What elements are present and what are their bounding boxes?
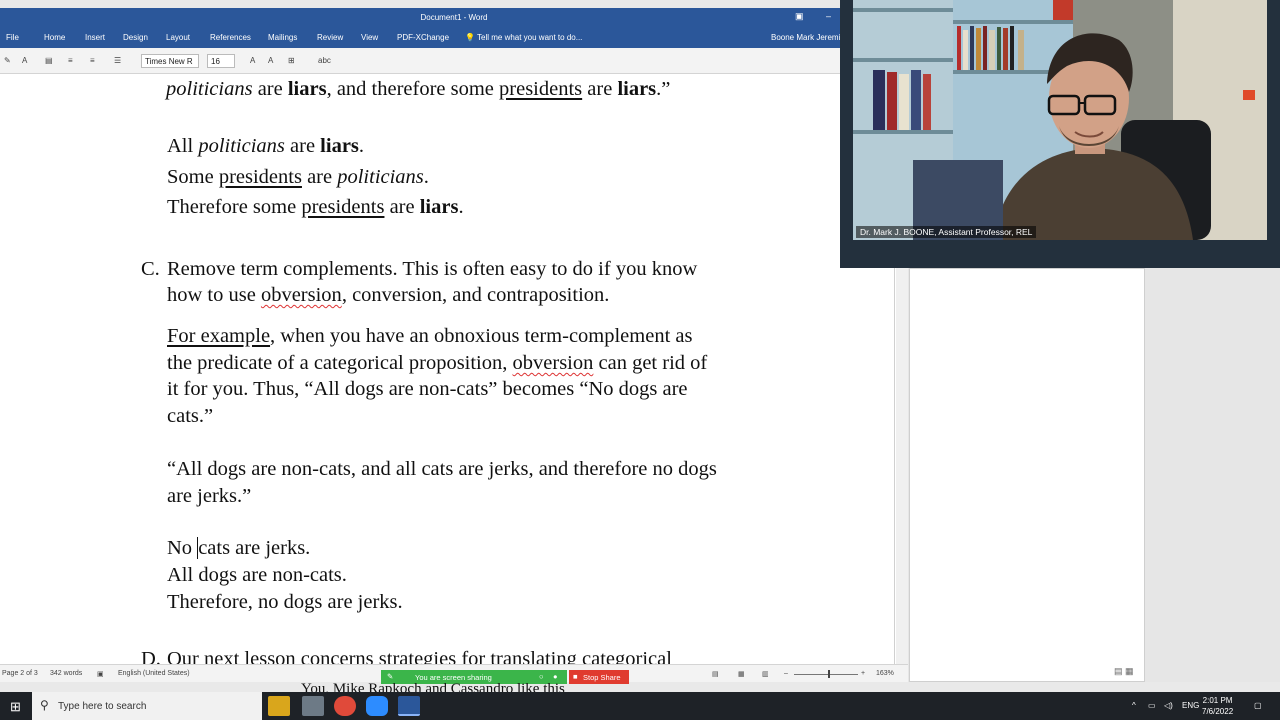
list-icon[interactable]: ☰ (114, 56, 121, 65)
text-line: Therefore some presidents are liars. (167, 196, 464, 218)
text-line: are jerks.” (167, 485, 252, 507)
chrome-icon[interactable] (334, 696, 356, 716)
text-line: For example, when you have an obnoxious … (167, 325, 693, 347)
zoom-in-icon[interactable]: + (861, 670, 865, 677)
input-language[interactable]: ENG (1182, 701, 1199, 710)
tab-view[interactable]: View (361, 33, 378, 42)
print-layout-icon[interactable]: ▦ (738, 670, 745, 678)
taskbar: ⊞ ⚲ Type here to search ^ ▭ ◁) ENG 2:01 … (0, 692, 1280, 720)
speaker-name-tag: Dr. Mark J. BOONE, Assistant Professor, … (856, 226, 1037, 238)
shrink-font-icon[interactable]: A (268, 56, 273, 65)
justify-icon[interactable]: ≡ (90, 56, 95, 65)
tab-references[interactable]: References (210, 33, 251, 42)
file-explorer-icon[interactable] (268, 696, 290, 716)
text-line: how to use obversion, conversion, and co… (167, 284, 610, 306)
zoom-icon[interactable] (366, 696, 388, 716)
text-line: All politicians are liars. (167, 135, 365, 157)
zoom-level[interactable]: 163% (876, 670, 894, 677)
text-line: the predicate of a categorical propositi… (167, 352, 708, 374)
language-status[interactable]: English (United States) (118, 670, 190, 677)
word-count[interactable]: 342 words (50, 670, 82, 677)
speaker-video-frame (853, 0, 1267, 240)
ribbon-tabs: File Home Insert Design Layout Reference… (0, 28, 908, 48)
tab-review[interactable]: Review (317, 33, 343, 42)
zoom-thumb[interactable] (828, 670, 830, 678)
stop-share-button[interactable]: ■ Stop Share (569, 670, 629, 684)
network-icon[interactable]: ▭ (1148, 701, 1156, 710)
user-name[interactable]: Boone Mark Jeremi (771, 33, 840, 42)
read-mode-icon[interactable]: ▤ (712, 670, 719, 678)
zoom-out-icon[interactable]: – (784, 670, 788, 677)
tab-pdf-xchange[interactable]: PDF-XChange (397, 33, 449, 42)
taskbar-search[interactable]: ⚲ Type here to search (32, 692, 262, 720)
window-title: Document1 - Word (420, 13, 488, 22)
quick-toolbar: ✎ A ▤ ≡ ≡ ☰ Times New R 16 A A ⊞ abc (0, 48, 908, 74)
search-placeholder: Type here to search (58, 701, 147, 712)
zoom-slider[interactable] (794, 674, 858, 675)
clock-date: 7/6/2022 (1202, 707, 1234, 716)
text-line: Some presidents are politicians. (167, 166, 429, 188)
title-bar: Document1 - Word ▣ – (0, 8, 908, 28)
document-area: politicians are liars, and therefore som… (0, 74, 908, 664)
document-page-2[interactable] (909, 268, 1145, 682)
stop-share-label: Stop Share (583, 673, 621, 682)
text-line: cats.” (167, 405, 214, 427)
text-line: Remove term complements. This is often e… (167, 258, 698, 280)
webcam-video (853, 0, 1267, 240)
search-icon: ⚲ (40, 698, 49, 712)
section-label: C. (141, 258, 160, 280)
align-icon[interactable]: ≡ (68, 56, 73, 65)
stop-icon: ■ (573, 672, 578, 681)
tell-me-box[interactable]: Tell me what you want to do... (477, 33, 582, 42)
tab-file[interactable]: File (6, 33, 19, 42)
show-hidden-icons[interactable]: ^ (1132, 701, 1136, 710)
lightbulb-icon: 💡 (465, 33, 475, 42)
text-line: All dogs are non-cats. (167, 564, 347, 586)
minimize-icon[interactable]: – (826, 11, 831, 21)
proofing-icon[interactable]: ▣ (97, 670, 104, 678)
format-painter-icon[interactable]: ✎ (4, 56, 11, 65)
grow-font-icon[interactable]: A (250, 56, 255, 65)
desktop: Document1 - Word ▣ – File Home Insert De… (0, 0, 1280, 720)
tab-insert[interactable]: Insert (85, 33, 105, 42)
clock[interactable]: 2:01 PM 7/6/2022 (1202, 695, 1233, 717)
table-icon[interactable]: ⊞ (288, 56, 295, 65)
text-line: it for you. Thus, “All dogs are non-cats… (167, 378, 688, 400)
font-name-box[interactable]: Times New R (141, 54, 199, 68)
page-count[interactable]: Page 2 of 3 (2, 670, 38, 677)
word-icon[interactable] (398, 696, 420, 716)
strikethrough-icon[interactable]: abc (318, 56, 331, 65)
share-icon: ✎ (387, 672, 394, 681)
tab-mailings[interactable]: Mailings (268, 33, 297, 42)
text-line: politicians are liars, and therefore som… (166, 78, 671, 100)
section-label: D. (141, 648, 161, 664)
font-size-box[interactable]: 16 (207, 54, 235, 68)
styles-icon[interactable]: A (22, 56, 27, 65)
text-line: Therefore, no dogs are jerks. (167, 591, 403, 613)
web-layout-icon[interactable]: ▥ (762, 670, 769, 678)
text-line: “All dogs are non-cats, and all cats are… (167, 458, 717, 480)
pause-icon[interactable]: ○ (539, 672, 544, 681)
tab-home[interactable]: Home (44, 33, 65, 42)
volume-icon[interactable]: ◁) (1164, 701, 1173, 710)
app-icon[interactable] (302, 696, 324, 716)
document-page[interactable]: politicians are liars, and therefore som… (0, 74, 895, 664)
windows-start-icon[interactable]: ⊞ (10, 699, 21, 715)
paste-icon[interactable]: ▤ (45, 56, 53, 65)
word-window: Document1 - Word ▣ – File Home Insert De… (0, 8, 908, 682)
tab-layout[interactable]: Layout (166, 33, 190, 42)
notifications-icon[interactable]: ▢ (1254, 701, 1262, 710)
tab-design[interactable]: Design (123, 33, 148, 42)
text-line: No cats are jerks. (167, 537, 311, 559)
ribbon-display-icon[interactable]: ▣ (795, 11, 804, 22)
clock-time: 2:01 PM (1202, 696, 1233, 705)
text-cursor: cats are jerks. (197, 537, 311, 559)
shield-icon[interactable]: ● (553, 672, 558, 681)
view-icons[interactable]: ▤ ▦ (1114, 666, 1134, 677)
text-line: Our next lesson concerns strategies for … (167, 648, 672, 664)
